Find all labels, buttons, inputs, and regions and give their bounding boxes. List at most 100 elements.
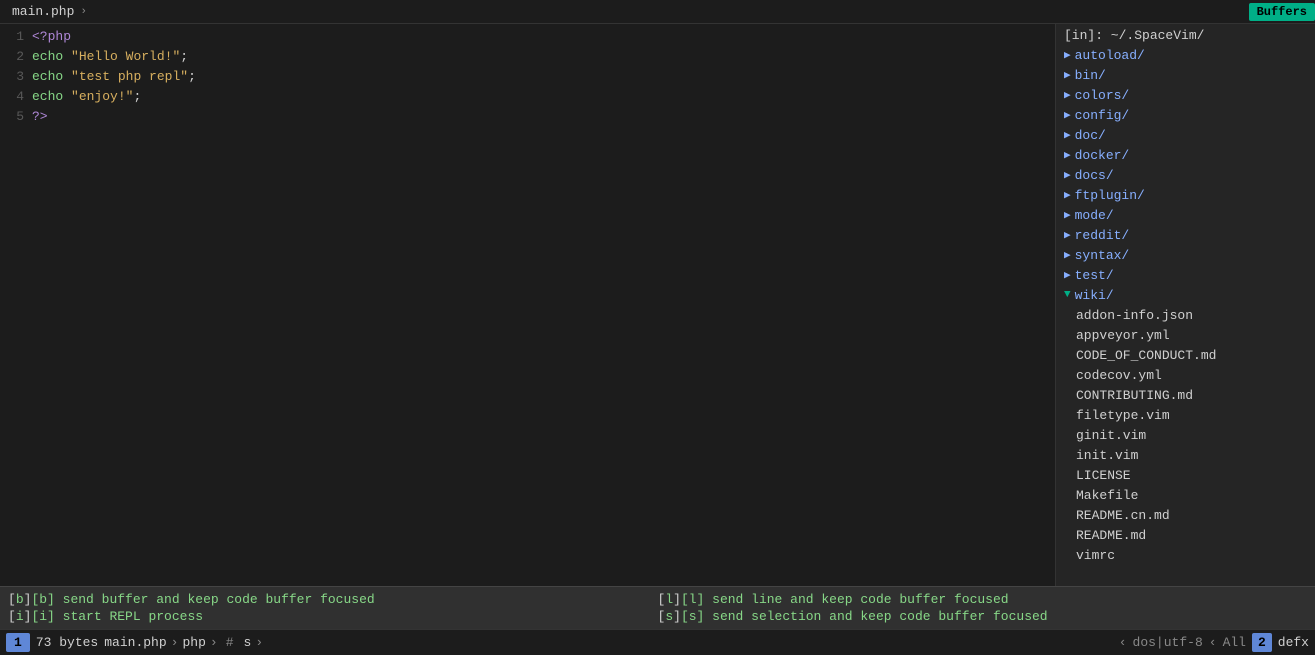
main-area: 1 <?php 2 echo "Hello World!"; 3 echo "t… xyxy=(0,24,1315,586)
hint-b-key: b xyxy=(16,592,24,607)
sidebar-dir-autoload[interactable]: ▶ autoload/ xyxy=(1056,45,1315,65)
status-defx: defx xyxy=(1278,635,1309,650)
line-number-1: 1 xyxy=(4,29,24,44)
sidebar-dir-docker[interactable]: ▶docker/ xyxy=(1056,145,1315,165)
status-lang: php xyxy=(182,635,205,650)
code-line-5: 5 ?> xyxy=(0,106,1055,126)
hint-s-key: s xyxy=(665,609,673,624)
status-chevron-1: › xyxy=(171,635,179,650)
status-chevron-2: › xyxy=(210,635,218,650)
arrow-icon: ▶ xyxy=(1064,88,1071,102)
hint-l-text: [l] send line and keep code buffer focus… xyxy=(681,592,1009,607)
sidebar-dir-label: docs/ xyxy=(1075,168,1114,183)
tab-filename: main.php xyxy=(12,4,74,19)
hint-s-text: [s] send selection and keep code buffer … xyxy=(681,609,1048,624)
sidebar-file-makefile[interactable]: Makefile xyxy=(1056,485,1315,505)
arrow-icon: ▶ xyxy=(1064,108,1071,122)
sidebar-file-readme[interactable]: README.md xyxy=(1056,525,1315,545)
sidebar-dir-bin[interactable]: ▶ bin/ xyxy=(1056,65,1315,85)
status-right: ‹ dos|utf-8 ‹ All 2 defx xyxy=(1119,633,1309,652)
status-encoding: dos|utf-8 xyxy=(1133,635,1203,650)
sidebar-file-vimrc[interactable]: vimrc xyxy=(1056,545,1315,565)
status-chevron-3: › xyxy=(255,635,263,650)
sidebar: [in]: ~/.SpaceVim/ ▶ autoload/ ▶ bin/ ▶col… xyxy=(1055,24,1315,586)
hint-i-bracket-open: [ xyxy=(8,609,16,624)
sidebar-dir-label: wiki/ xyxy=(1075,288,1114,303)
sidebar-dir-test[interactable]: ▶test/ xyxy=(1056,265,1315,285)
sidebar-dir-mode[interactable]: ▶mode/ xyxy=(1056,205,1315,225)
line-number-4: 4 xyxy=(4,89,24,104)
status-num-badge: 2 xyxy=(1252,633,1272,652)
tab-bar: main.php › Buffers xyxy=(0,0,1315,24)
line-number-3: 3 xyxy=(4,69,24,84)
status-all: All xyxy=(1223,635,1246,650)
sidebar-file-ginit[interactable]: ginit.vim xyxy=(1056,425,1315,445)
sidebar-dir-label: config/ xyxy=(1075,108,1130,123)
sidebar-dir-label: autoload/ xyxy=(1075,48,1145,63)
hint-s-bracket-close: ] xyxy=(673,609,681,624)
arrow-icon: ▶ xyxy=(1064,168,1071,182)
arrow-open-icon: ▼ xyxy=(1064,289,1071,301)
hint-b-bracket-open: [ xyxy=(8,592,16,607)
line-content-1: <?php xyxy=(32,29,71,44)
status-filename: main.php xyxy=(104,635,166,650)
status-lt-2: ‹ xyxy=(1209,635,1217,650)
hint-l: [l][l] send line and keep code buffer fo… xyxy=(658,591,1308,608)
sidebar-dir-label: mode/ xyxy=(1075,208,1114,223)
sidebar-file-contributing[interactable]: CONTRIBUTING.md xyxy=(1056,385,1315,405)
sidebar-dir-label: reddit/ xyxy=(1075,228,1130,243)
line-number-2: 2 xyxy=(4,49,24,64)
editor-area[interactable]: 1 <?php 2 echo "Hello World!"; 3 echo "t… xyxy=(0,24,1055,586)
sidebar-file-appveyor[interactable]: appveyor.yml xyxy=(1056,325,1315,345)
arrow-icon: ▶ xyxy=(1064,48,1071,62)
sidebar-dir-label: syntax/ xyxy=(1075,248,1130,263)
hint-s: [s][s] send selection and keep code buff… xyxy=(658,608,1308,625)
sidebar-file-license[interactable]: LICENSE xyxy=(1056,465,1315,485)
hint-i-text: [i] start REPL process xyxy=(31,609,203,624)
hint-l-bracket-close: ] xyxy=(673,592,681,607)
hint-row-2: [i] [i] start REPL process [s][s] send se… xyxy=(8,608,1307,625)
code-line-1: 1 <?php xyxy=(0,26,1055,46)
tab-main-php[interactable]: main.php › xyxy=(0,0,99,23)
line-content-4: echo "enjoy!"; xyxy=(32,89,141,104)
hint-b-text: [b] send buffer and keep code buffer foc… xyxy=(31,592,374,607)
sidebar-dir-doc[interactable]: ▶doc/ xyxy=(1056,125,1315,145)
status-bytes: 73 bytes xyxy=(36,635,98,650)
line-content-2: echo "Hello World!"; xyxy=(32,49,188,64)
sidebar-dir-label: docker/ xyxy=(1075,148,1130,163)
sidebar-file-coc[interactable]: CODE_OF_CONDUCT.md xyxy=(1056,345,1315,365)
sidebar-file-filetype[interactable]: filetype.vim xyxy=(1056,405,1315,425)
hint-i-key: i xyxy=(16,609,24,624)
hint-l-key: l xyxy=(665,592,673,607)
status-hash: # xyxy=(226,635,234,650)
hint-b: [b][b] send buffer and keep code buffer … xyxy=(8,591,658,608)
arrow-icon: ▶ xyxy=(1064,228,1071,242)
tab-chevron: › xyxy=(80,6,87,18)
sidebar-dir-label: ftplugin/ xyxy=(1075,188,1145,203)
line-content-3: echo "test php repl"; xyxy=(32,69,196,84)
status-mode-badge: 1 xyxy=(6,633,30,652)
sidebar-dir-syntax[interactable]: ▶ syntax/ xyxy=(1056,245,1315,265)
arrow-icon: ▶ xyxy=(1064,248,1071,262)
sidebar-file-addon[interactable]: addon-info.json xyxy=(1056,305,1315,325)
arrow-icon: ▶ xyxy=(1064,268,1071,282)
sidebar-file-init[interactable]: init.vim xyxy=(1056,445,1315,465)
code-line-3: 3 echo "test php repl"; xyxy=(0,66,1055,86)
sidebar-header: [in]: ~/.SpaceVim/ xyxy=(1056,26,1315,45)
hint-bar: [b] [b] send buffer and keep code buffer … xyxy=(0,586,1315,629)
sidebar-dir-reddit[interactable]: ▶ reddit/ xyxy=(1056,225,1315,245)
sidebar-file-codecov[interactable]: codecov.yml xyxy=(1056,365,1315,385)
sidebar-dir-label: bin/ xyxy=(1075,68,1106,83)
sidebar-dir-ftplugin[interactable]: ▶ftplugin/ xyxy=(1056,185,1315,205)
sidebar-dir-docs[interactable]: ▶ docs/ xyxy=(1056,165,1315,185)
sidebar-dir-wiki[interactable]: ▼ wiki/ xyxy=(1056,285,1315,305)
arrow-icon: ▶ xyxy=(1064,128,1071,142)
line-content-5: ?> xyxy=(32,109,48,124)
code-line-4: 4 echo "enjoy!"; xyxy=(0,86,1055,106)
sidebar-dir-colors[interactable]: ▶colors/ xyxy=(1056,85,1315,105)
buffers-badge[interactable]: Buffers xyxy=(1249,3,1315,21)
arrow-icon: ▶ xyxy=(1064,68,1071,82)
sidebar-file-readme-cn[interactable]: README.cn.md xyxy=(1056,505,1315,525)
hint-row-1: [b] [b] send buffer and keep code buffer … xyxy=(8,591,1307,608)
sidebar-dir-config[interactable]: ▶ config/ xyxy=(1056,105,1315,125)
